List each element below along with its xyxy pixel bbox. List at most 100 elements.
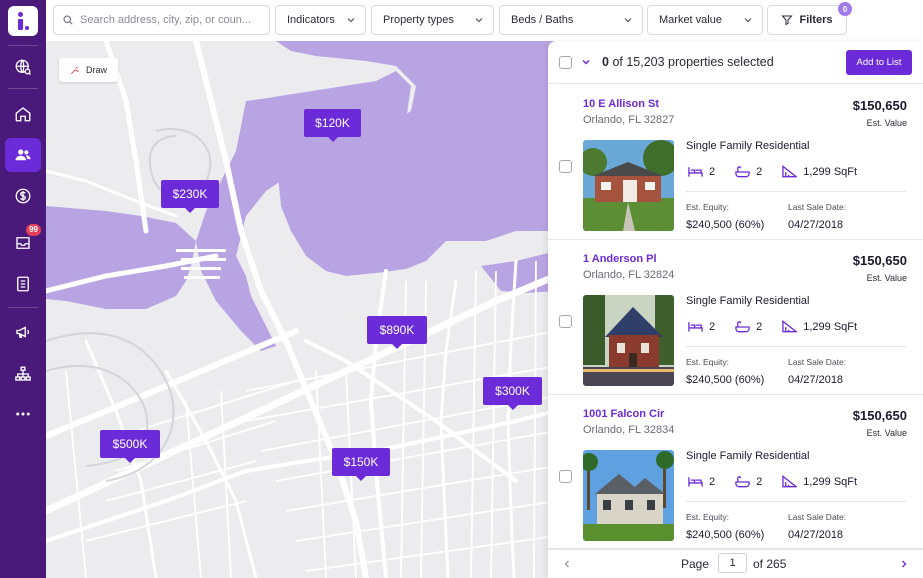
property-address[interactable]: 1001 Falcon Cir: [583, 408, 664, 420]
search-input[interactable]: [80, 14, 260, 26]
property-address[interactable]: 1 Anderson Pl: [583, 253, 657, 265]
property-price: $150,650: [852, 408, 907, 423]
equity-value: $240,500 (60%): [686, 374, 765, 386]
baths-stat: 2: [735, 320, 762, 333]
select-all-checkbox[interactable]: [559, 56, 572, 69]
inbox-count-badge: 99: [26, 224, 41, 236]
app-logo[interactable]: [8, 6, 38, 36]
results-panel: 0 of 15,203 properties selected Add to L…: [548, 41, 923, 578]
page-number-input[interactable]: 1: [718, 553, 747, 573]
baths-stat: 2: [735, 165, 762, 178]
equity-label: Est. Equity:: [686, 202, 729, 212]
map-view[interactable]: Draw $120K $230K $890K $300K $500K $150K: [46, 41, 556, 578]
dollar-icon: [15, 188, 31, 204]
property-price-label: Est. Value: [866, 118, 907, 128]
property-price-label: Est. Value: [866, 428, 907, 438]
price-pin-300k[interactable]: $300K: [483, 377, 542, 410]
chevron-down-icon: [347, 18, 355, 23]
sqft-stat: 1,299 SqFt: [782, 475, 857, 488]
market-value-label: Market value: [659, 14, 722, 26]
price-pin-500k[interactable]: $500K: [100, 430, 160, 463]
sale-date: 04/27/2018: [788, 219, 844, 231]
results-header: 0 of 15,203 properties selected Add to L…: [548, 41, 923, 84]
property-price-label: Est. Value: [866, 273, 907, 283]
map-base: [46, 41, 556, 578]
sidebar-item-org-chart[interactable]: [5, 357, 41, 391]
area-ruler-icon: [782, 320, 798, 333]
draw-label: Draw: [85, 65, 107, 75]
sqft-stat: 1,299 SqFt: [782, 320, 857, 333]
filter-funnel-icon: [781, 15, 794, 26]
property-checkbox[interactable]: [559, 470, 572, 483]
chevron-left-icon[interactable]: [562, 559, 572, 569]
sqft-value: 1,299 SqFt: [803, 320, 858, 333]
property-card[interactable]: 1 Anderson Pl Orlando, FL 32824 $150,650…: [548, 240, 923, 395]
property-city: Orlando, FL 32824: [583, 269, 675, 281]
bed-icon: [688, 477, 703, 487]
page-total: of 265: [753, 557, 787, 571]
sidebar-item-more[interactable]: [5, 397, 41, 431]
price-pin-890k[interactable]: $890K: [367, 316, 427, 349]
indicators-label: Indicators: [287, 14, 335, 26]
bathtub-icon: [735, 166, 750, 178]
indicators-dropdown[interactable]: Indicators: [275, 5, 366, 35]
draw-button[interactable]: Draw: [59, 58, 118, 82]
chevron-down-icon: [744, 18, 752, 23]
filters-button[interactable]: Filters 0: [767, 2, 852, 35]
property-card[interactable]: 10 E Allison St Orlando, FL 32827 $150,6…: [548, 85, 923, 240]
price-pin-150k[interactable]: $150K: [332, 448, 390, 481]
beds-value: 2: [709, 475, 716, 488]
card-divider: [686, 501, 906, 502]
sidebar: 99: [0, 0, 46, 578]
sidebar-item-contacts[interactable]: [5, 267, 41, 301]
sidebar-item-campaigns[interactable]: [5, 315, 41, 349]
baths-value: 2: [756, 475, 763, 488]
selected-count: 0: [602, 55, 609, 69]
bathtub-icon: [735, 476, 750, 488]
sale-date: 04/27/2018: [788, 374, 844, 386]
sale-label: Last Sale Date:: [788, 202, 847, 212]
sidebar-item-dollar[interactable]: [5, 179, 41, 213]
sidebar-item-people[interactable]: [5, 138, 41, 172]
filters-button-label: Filters: [799, 14, 833, 26]
sidebar-divider: [8, 307, 38, 308]
price-pin-230k[interactable]: $230K: [161, 180, 219, 213]
property-stats: 2 2 1,299 SqFt: [688, 320, 857, 333]
more-icon: [16, 412, 30, 416]
beds-stat: 2: [688, 320, 715, 333]
property-photo[interactable]: [583, 450, 674, 541]
property-checkbox[interactable]: [559, 160, 572, 173]
search-icon: [63, 15, 73, 25]
property-address[interactable]: 10 E Allison St: [583, 98, 659, 110]
search-box[interactable]: [53, 5, 270, 35]
org-chart-icon: [15, 366, 31, 381]
sidebar-item-inbox[interactable]: 99: [5, 224, 41, 260]
property-types-dropdown[interactable]: Property types: [371, 5, 494, 35]
sale-label: Last Sale Date:: [788, 357, 847, 367]
sidebar-divider: [8, 45, 38, 46]
filter-bar: Indicators Property types Beds / Baths M…: [46, 0, 923, 41]
sqft-value: 1,299 SqFt: [803, 475, 858, 488]
filters-count-badge: 0: [838, 2, 852, 16]
draw-pen-icon: [70, 66, 80, 75]
market-value-dropdown[interactable]: Market value: [647, 5, 763, 35]
sidebar-item-globe-search[interactable]: [5, 50, 41, 84]
chevron-down-icon[interactable]: [581, 57, 591, 67]
chevron-right-icon[interactable]: [899, 559, 909, 569]
property-checkbox[interactable]: [559, 315, 572, 328]
property-city: Orlando, FL 32827: [583, 114, 675, 126]
area-ruler-icon: [782, 165, 798, 178]
add-to-list-button[interactable]: Add to List: [846, 50, 912, 75]
baths-value: 2: [756, 165, 763, 178]
megaphone-icon: [16, 326, 30, 338]
beds-stat: 2: [688, 165, 715, 178]
property-photo[interactable]: [583, 140, 674, 231]
selection-summary: 0 of 15,203 properties selected: [602, 55, 774, 69]
price-pin-120k[interactable]: $120K: [304, 109, 361, 142]
beds-baths-dropdown[interactable]: Beds / Baths: [499, 5, 643, 35]
property-photo[interactable]: [583, 295, 674, 386]
property-card[interactable]: 1001 Falcon Cir Orlando, FL 32834 $150,6…: [548, 395, 923, 550]
sidebar-item-home[interactable]: [5, 97, 41, 131]
contact-card-icon: [17, 276, 29, 292]
property-city: Orlando, FL 32834: [583, 424, 675, 436]
